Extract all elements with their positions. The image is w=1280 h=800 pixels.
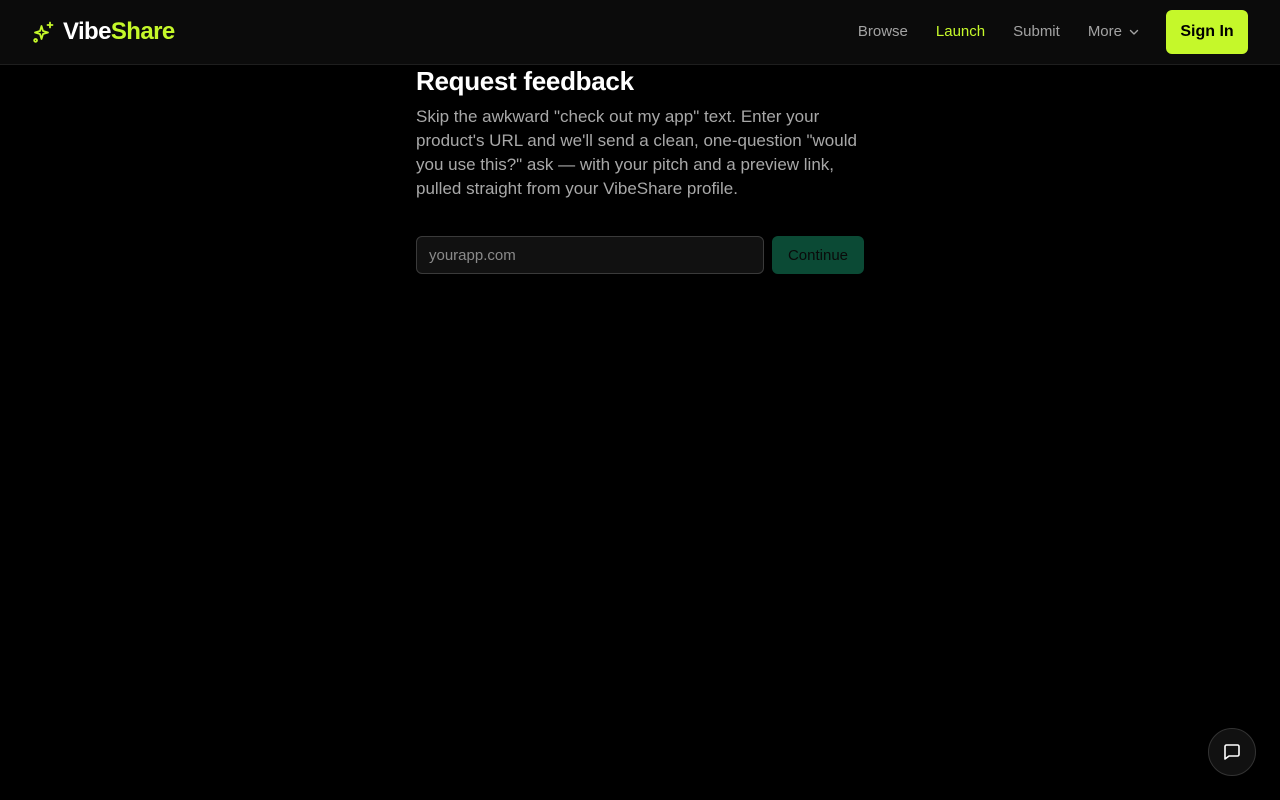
nav-more-label: More bbox=[1087, 23, 1122, 40]
page-description: Skip the awkward "check out my app" text… bbox=[416, 107, 857, 198]
request-feedback-section: Request feedback Skip the awkward "check… bbox=[416, 65, 864, 274]
continue-button[interactable]: Continue bbox=[772, 236, 864, 274]
url-form: Continue bbox=[416, 236, 864, 274]
brand-logo-link[interactable]: VibeShare bbox=[32, 17, 175, 47]
chevron-down-icon bbox=[1129, 29, 1139, 35]
brand-name: VibeShare bbox=[63, 18, 175, 46]
brand-name-part2: Share bbox=[110, 18, 175, 45]
top-navigation-bar: VibeShare Browse Launch Submit More Sign… bbox=[0, 0, 1280, 65]
brand-name-part1: Vibe bbox=[63, 18, 111, 45]
main-nav: Browse Launch Submit More Sign In bbox=[858, 0, 1280, 64]
nav-link-browse[interactable]: Browse bbox=[858, 22, 908, 42]
nav-link-submit[interactable]: Submit bbox=[1013, 22, 1060, 42]
nav-more-dropdown[interactable]: More bbox=[1088, 22, 1140, 42]
chat-bubble-icon bbox=[1224, 744, 1240, 760]
page-title: Request feedback bbox=[416, 66, 634, 96]
nav-link-launch[interactable]: Launch bbox=[936, 22, 985, 42]
chat-button[interactable] bbox=[1208, 728, 1256, 776]
sparkles-icon bbox=[33, 21, 54, 43]
sign-in-button[interactable]: Sign In bbox=[1166, 10, 1248, 54]
url-input[interactable] bbox=[416, 236, 764, 274]
